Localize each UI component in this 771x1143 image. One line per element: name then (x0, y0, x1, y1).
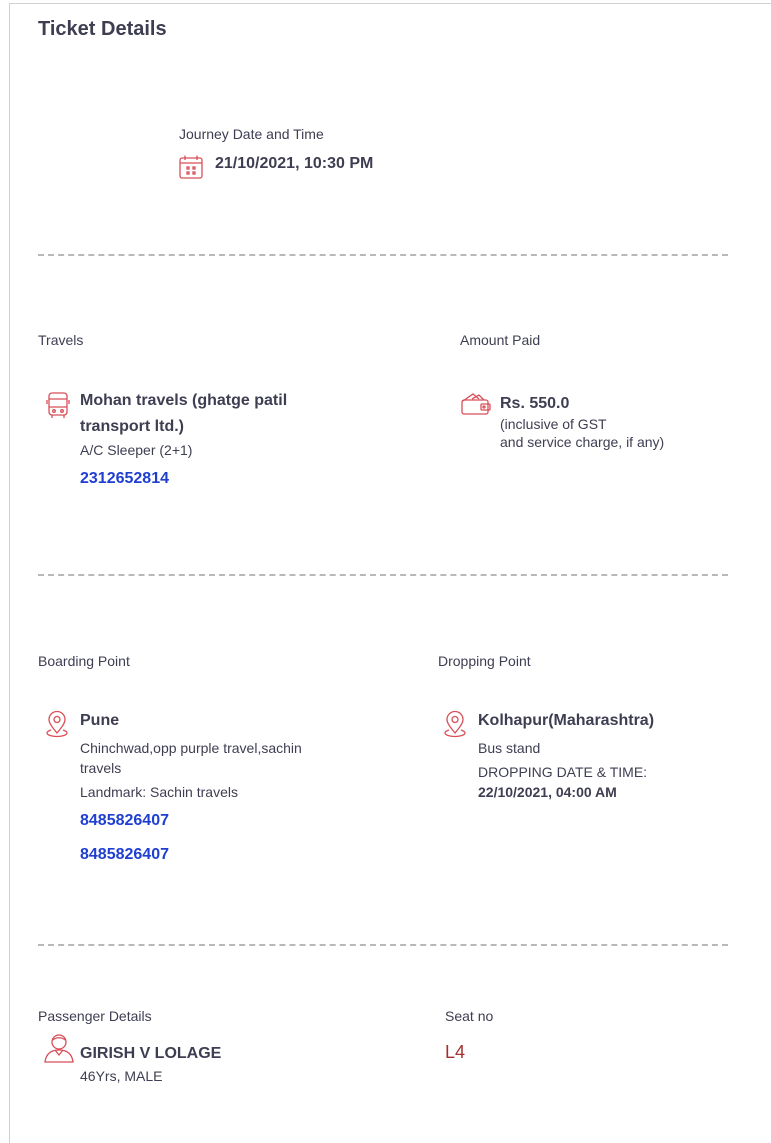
bus-type: A/C Sleeper (2+1) (80, 442, 193, 458)
page-title: Ticket Details (38, 18, 167, 40)
bus-icon (46, 391, 70, 419)
dropping-city: Kolhapur(Maharashtra) (478, 712, 655, 729)
boarding-phone-link[interactable]: 8485826407 (80, 846, 169, 864)
seat-label: Seat no (445, 1008, 494, 1024)
ticket-card (9, 3, 771, 1143)
amount-note-line1: (inclusive of GST (500, 416, 607, 432)
operator-phone-link[interactable]: 2312652814 (80, 470, 169, 488)
boarding-city: Pune (80, 712, 120, 729)
passenger-label: Passenger Details (38, 1008, 152, 1024)
journey-label: Journey Date and Time (179, 126, 324, 142)
amount-label: Amount Paid (460, 332, 541, 348)
divider (38, 574, 728, 576)
amount-note-line2: and service charge, if any) (500, 434, 665, 450)
boarding-address-line2: travels (80, 760, 122, 776)
dropping-address: Bus stand (478, 740, 541, 756)
passenger-info: 46Yrs, MALE (80, 1068, 163, 1084)
passenger-icon (43, 1033, 75, 1063)
seat-number: L4 (445, 1042, 466, 1062)
boarding-label: Boarding Point (38, 653, 130, 669)
boarding-address-line1: Chinchwad,opp purple travel,sachin (80, 740, 302, 756)
passenger-name: GIRISH V LOLAGE (80, 1045, 222, 1062)
dropping-datetime-label: DROPPING DATE & TIME: (478, 764, 648, 780)
operator-name-line1: Mohan travels (ghatge patil (80, 392, 288, 409)
calendar-icon (178, 154, 204, 180)
dropping-datetime-value: 22/10/2021, 04:00 AM (478, 784, 617, 800)
dropping-label: Dropping Point (438, 653, 531, 669)
divider (38, 254, 728, 256)
journey-datetime: 21/10/2021, 10:30 PM (215, 155, 374, 172)
location-pin-icon (443, 710, 467, 738)
location-pin-icon (45, 710, 69, 738)
travels-label: Travels (38, 332, 84, 348)
boarding-landmark: Landmark: Sachin travels (80, 784, 238, 800)
divider (38, 944, 728, 946)
boarding-phone-link[interactable]: 8485826407 (80, 812, 169, 830)
operator-name-line2: transport ltd.) (80, 418, 184, 435)
wallet-icon (460, 392, 492, 416)
